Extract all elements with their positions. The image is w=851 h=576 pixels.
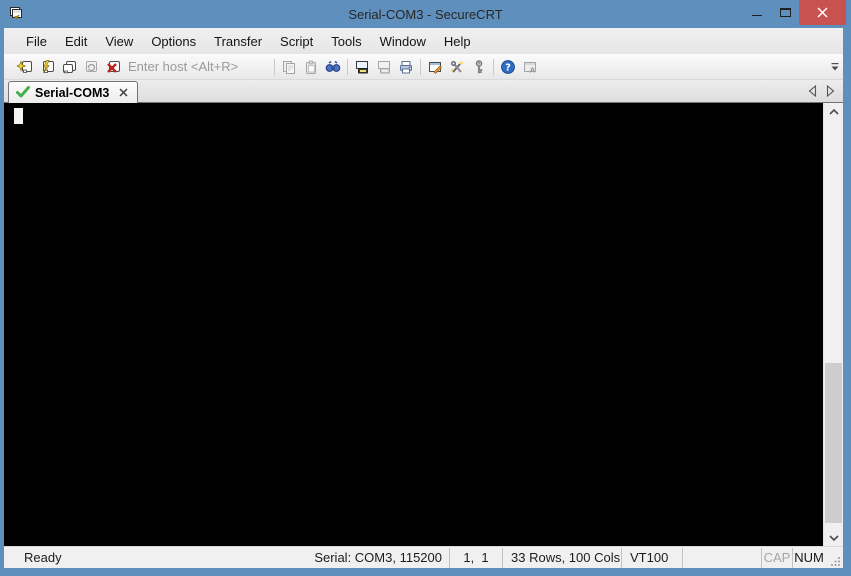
help-button[interactable]: ?	[497, 57, 519, 77]
close-button[interactable]	[799, 0, 846, 25]
tab-bar: Serial-COM3	[4, 80, 843, 103]
minimize-icon	[752, 15, 762, 16]
minimize-button[interactable]	[743, 0, 771, 25]
vshell-icon: A	[524, 61, 536, 74]
help-icon: ?	[501, 59, 515, 74]
scroll-tabs-left-icon[interactable]	[808, 85, 817, 97]
toolbar-separator	[493, 58, 494, 75]
quick-connect-icon	[43, 59, 54, 73]
print-icon	[400, 60, 412, 73]
terminal-cursor	[14, 108, 23, 124]
tab-label: Serial-COM3	[35, 85, 110, 100]
maximize-icon	[779, 8, 791, 17]
find-button[interactable]	[322, 57, 344, 77]
menu-window[interactable]: Window	[371, 30, 435, 53]
print-screen-button[interactable]	[351, 57, 373, 77]
chevron-down-icon	[828, 534, 839, 541]
status-ready: Ready	[24, 550, 62, 565]
menu-file[interactable]: File	[17, 30, 56, 53]
menu-script[interactable]: Script	[271, 30, 322, 53]
status-num-lock: NUM	[794, 550, 824, 565]
status-caps-lock: CAP	[763, 550, 791, 565]
reconnect-button[interactable]	[80, 57, 102, 77]
paste-icon	[306, 60, 316, 74]
status-connection: Serial: COM3, 115200	[314, 550, 442, 565]
close-tab-icon	[119, 88, 128, 97]
app-icon[interactable]	[8, 6, 24, 22]
menu-edit[interactable]: Edit	[56, 30, 96, 53]
tab-scroll-controls	[808, 85, 835, 97]
toolbar-overflow-icon[interactable]	[830, 61, 840, 73]
securecrt-window: Serial-COM3 - SecureCRT File Edit View O…	[0, 0, 851, 576]
window-title: Serial-COM3 - SecureCRT	[348, 6, 503, 22]
tab-serial-com3[interactable]: Serial-COM3	[8, 81, 139, 103]
scrollbar-down-button[interactable]	[824, 529, 843, 546]
scroll-tabs-right-icon[interactable]	[826, 85, 835, 97]
maximize-button[interactable]	[771, 0, 799, 25]
session-options-button[interactable]	[424, 57, 446, 77]
connect-button[interactable]	[14, 57, 36, 77]
close-icon	[817, 7, 828, 18]
connected-check-icon	[16, 86, 30, 98]
status-divider	[682, 547, 683, 568]
paste-button[interactable]	[300, 57, 322, 77]
global-options-button[interactable]	[446, 57, 468, 77]
key-agent-icon	[475, 59, 483, 73]
toolbar-separator	[420, 58, 421, 75]
status-cursor-position: 1, 1	[463, 550, 489, 565]
menu-transfer[interactable]: Transfer	[205, 30, 271, 53]
menu-bar: File Edit View Options Transfer Script T…	[4, 28, 843, 54]
title-bar[interactable]: Serial-COM3 - SecureCRT	[0, 0, 851, 28]
menu-help[interactable]: Help	[435, 30, 480, 53]
window-controls	[743, 0, 846, 25]
session-options-icon	[429, 61, 442, 74]
find-icon	[325, 60, 341, 72]
tab-close-button[interactable]	[118, 87, 129, 98]
toolbar: ? A	[4, 54, 843, 80]
status-emulation: VT100	[630, 550, 669, 565]
terminal-screen[interactable]	[4, 103, 823, 546]
copy-icon	[283, 60, 295, 74]
status-bar: Ready Serial: COM3, 115200 1, 1 33 Rows,…	[4, 546, 843, 568]
key-agent-button[interactable]	[468, 57, 490, 77]
toolbar-separator	[347, 58, 348, 75]
connect-in-tab-icon	[63, 60, 76, 73]
scrollbar-up-button[interactable]	[824, 103, 843, 120]
connect-icon	[17, 59, 32, 73]
host-input[interactable]	[128, 57, 268, 76]
menu-options[interactable]: Options	[142, 30, 205, 53]
print-button[interactable]	[395, 57, 417, 77]
terminal-row	[4, 103, 843, 546]
copy-button[interactable]	[278, 57, 300, 77]
global-options-icon	[450, 60, 464, 73]
quick-connect-button[interactable]	[36, 57, 58, 77]
vshell-button[interactable]: A	[519, 57, 541, 77]
scrollbar-thumb[interactable]	[825, 363, 842, 523]
toolbar-separator	[274, 58, 275, 75]
reconnect-icon	[86, 60, 97, 72]
print-selection-icon	[378, 60, 390, 73]
status-grid-size: 33 Rows, 100 Cols	[511, 550, 621, 565]
print-screen-icon	[356, 60, 368, 73]
resize-grip[interactable]	[825, 547, 843, 568]
print-selection-button[interactable]	[373, 57, 395, 77]
chevron-up-icon	[828, 108, 839, 115]
resize-grip-icon	[831, 557, 840, 566]
window-content: File Edit View Options Transfer Script T…	[4, 28, 843, 568]
disconnect-icon	[107, 60, 120, 73]
menu-view[interactable]: View	[96, 30, 142, 53]
connect-in-tab-button[interactable]	[58, 57, 80, 77]
disconnect-button[interactable]	[102, 57, 124, 77]
svg-text:?: ?	[505, 62, 511, 73]
vertical-scrollbar[interactable]	[823, 103, 843, 546]
menu-tools[interactable]: Tools	[322, 30, 370, 53]
svg-text:A: A	[530, 66, 536, 74]
